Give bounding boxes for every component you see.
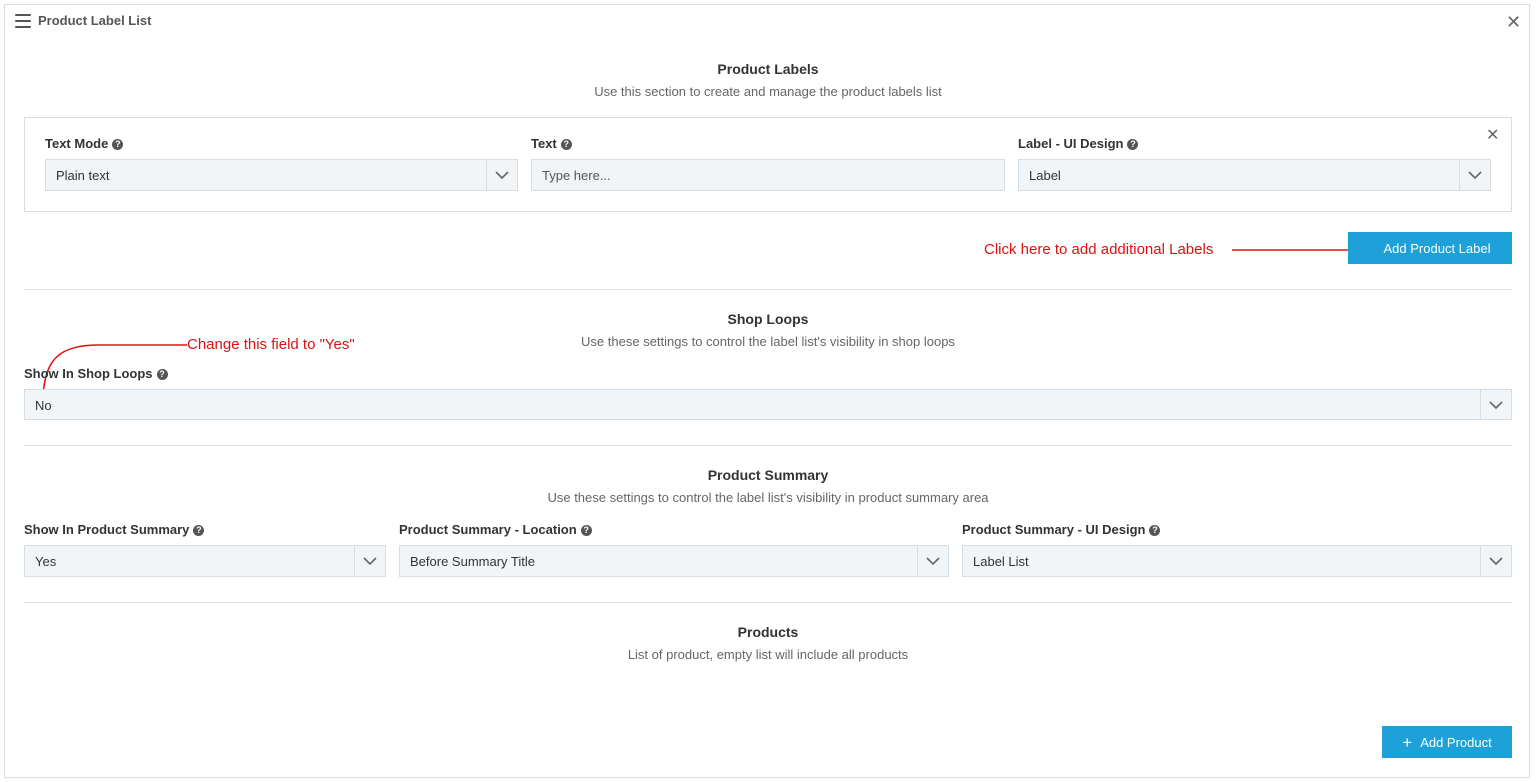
product-labels-subtitle: Use this section to create and manage th… bbox=[594, 84, 942, 99]
divider bbox=[24, 602, 1512, 603]
chevron-down-icon[interactable] bbox=[486, 160, 517, 190]
help-icon[interactable]: ? bbox=[560, 139, 572, 150]
annotation-change-field: Change this field to "Yes" bbox=[187, 336, 355, 353]
text-label: Text? bbox=[531, 136, 572, 151]
help-icon[interactable]: ? bbox=[1127, 139, 1139, 150]
help-icon[interactable]: ? bbox=[156, 369, 168, 380]
divider bbox=[24, 289, 1512, 290]
chevron-down-icon[interactable] bbox=[917, 546, 948, 576]
product-summary-title: Product Summary bbox=[707, 467, 829, 483]
annotation-add-labels: Click here to add additional Labels bbox=[984, 241, 1214, 258]
product-summary-location-select[interactable]: Before Summary Title bbox=[399, 545, 949, 577]
products-subtitle: List of product, empty list will include… bbox=[627, 647, 909, 662]
add-product-label-button[interactable]: Add Product Label bbox=[1348, 232, 1512, 264]
product-labels-title: Product Labels bbox=[717, 61, 819, 77]
product-summary-location-label: Product Summary - Location? bbox=[399, 522, 592, 537]
label-ui-design-label: Label - UI Design? bbox=[1018, 136, 1139, 151]
shop-loops-title: Shop Loops bbox=[727, 311, 809, 327]
remove-label-icon[interactable]: ✕ bbox=[1486, 128, 1499, 144]
label-ui-design-select[interactable]: Label bbox=[1018, 159, 1491, 191]
show-in-shop-loops-select[interactable]: No bbox=[24, 389, 1512, 420]
help-icon[interactable]: ? bbox=[193, 525, 205, 536]
product-summary-ui-design-select[interactable]: Label List bbox=[962, 545, 1512, 577]
chevron-down-icon[interactable] bbox=[1459, 160, 1490, 190]
show-in-product-summary-label: Show In Product Summary? bbox=[24, 522, 205, 537]
help-icon[interactable]: ? bbox=[1149, 525, 1161, 536]
products-title: Products bbox=[737, 624, 799, 640]
product-summary-subtitle: Use these settings to control the label … bbox=[547, 490, 989, 505]
text-mode-select[interactable]: Plain text bbox=[45, 159, 518, 191]
menu-icon[interactable] bbox=[15, 14, 31, 28]
plus-icon: + bbox=[1402, 732, 1413, 752]
chevron-down-icon[interactable] bbox=[1480, 546, 1511, 576]
panel-title: Product Label List bbox=[38, 13, 152, 28]
show-in-shop-loops-label: Show In Shop Loops? bbox=[24, 366, 168, 381]
text-mode-label: Text Mode? bbox=[45, 136, 124, 151]
close-panel-icon[interactable]: ✕ bbox=[1506, 13, 1521, 31]
show-in-product-summary-select[interactable]: Yes bbox=[24, 545, 386, 577]
add-product-button[interactable]: + Add Product bbox=[1382, 726, 1512, 758]
divider bbox=[24, 445, 1512, 446]
text-input[interactable] bbox=[531, 159, 1005, 191]
help-icon[interactable]: ? bbox=[580, 525, 592, 536]
chevron-down-icon[interactable] bbox=[354, 546, 385, 576]
chevron-down-icon[interactable] bbox=[1480, 390, 1511, 419]
product-summary-ui-design-label: Product Summary - UI Design? bbox=[962, 522, 1161, 537]
help-icon[interactable]: ? bbox=[112, 139, 124, 150]
